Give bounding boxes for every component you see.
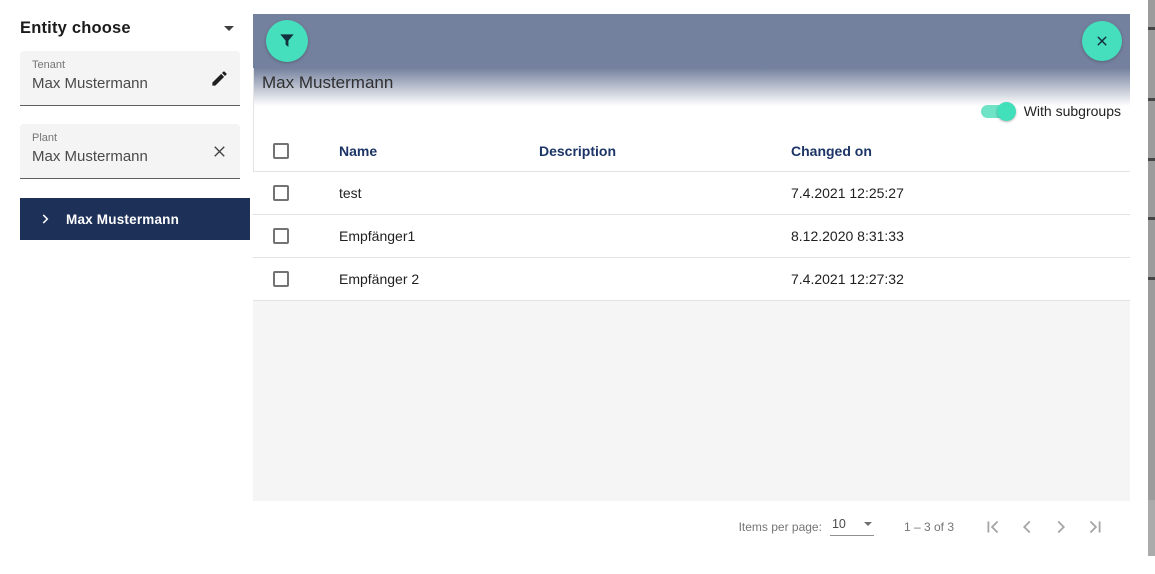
table-row[interactable]: Empfänger 2 7.4.2021 12:27:32: [253, 258, 1130, 301]
column-header-description: Description: [539, 143, 617, 159]
funnel-icon: [280, 34, 294, 47]
caret-down-icon: [863, 522, 872, 526]
tenant-field-label: Tenant: [32, 59, 66, 71]
paginator: Items per page: 10 1 – 3 of 3: [253, 501, 1130, 552]
column-header-changed-on: Changed on: [791, 143, 872, 159]
row-checkbox[interactable]: [273, 271, 289, 287]
paginator-range-label: 1 – 3 of 3: [903, 519, 954, 534]
table-body: test 7.4.2021 12:25:27 Empfänger1 8.12.2…: [253, 172, 1130, 301]
next-page-button[interactable]: [1044, 510, 1078, 544]
cell-changed-on: 7.4.2021 12:27:32: [791, 271, 904, 287]
sidebar-item-label: Max Mustermann: [66, 211, 180, 227]
entity-sidebar: Entity choose Tenant Max Mustermann Plan…: [0, 0, 253, 574]
first-page-button[interactable]: [976, 510, 1010, 544]
column-header-name: Name: [339, 143, 378, 159]
panel-appbar: [253, 14, 1130, 68]
previous-page-button[interactable]: [1010, 510, 1044, 544]
tenant-field[interactable]: Tenant Max Mustermann: [20, 51, 240, 106]
items-per-page-value: 10: [831, 517, 846, 531]
previous-page-icon: [1022, 520, 1031, 533]
tenant-field-value: Max Mustermann: [32, 75, 148, 92]
clear-plant-button[interactable]: [207, 139, 231, 163]
last-page-icon: [1089, 520, 1101, 533]
backdrop-strip: [1148, 0, 1155, 556]
cell-changed-on: 8.12.2020 8:31:33: [791, 228, 904, 244]
underlying-page-sliver: [1148, 0, 1155, 574]
last-page-button[interactable]: [1078, 510, 1112, 544]
row-checkbox[interactable]: [273, 185, 289, 201]
pencil-icon: [211, 70, 227, 86]
table-empty-area: [253, 301, 1130, 501]
group-panel: Max Mustermann With subgroups Name Descr…: [253, 0, 1130, 574]
items-per-page-select[interactable]: 10: [829, 517, 874, 536]
cell-changed-on: 7.4.2021 12:25:27: [791, 185, 904, 201]
caret-down-icon: [224, 25, 234, 31]
chevron-right-icon: [38, 212, 52, 226]
edit-tenant-button[interactable]: [207, 66, 231, 90]
close-button[interactable]: [1082, 21, 1122, 61]
row-checkbox[interactable]: [273, 228, 289, 244]
items-per-page-label: Items per page:: [738, 519, 822, 534]
with-subgroups-toggle[interactable]: [980, 101, 1016, 121]
x-icon: [213, 145, 225, 157]
cell-name: test: [339, 185, 362, 201]
sidebar-item-max-mustermann[interactable]: Max Mustermann: [20, 198, 250, 240]
subgroups-toggle-row: With subgroups: [980, 100, 1121, 122]
cell-name: Empfänger1: [339, 228, 416, 244]
table-header-row: Name Description Changed on: [253, 131, 1130, 172]
next-page-icon: [1057, 520, 1066, 533]
paginator-buttons: [976, 510, 1112, 544]
close-icon: [1097, 36, 1107, 46]
with-subgroups-label: With subgroups: [1023, 103, 1121, 119]
filter-button[interactable]: [266, 20, 308, 62]
table-row[interactable]: test 7.4.2021 12:25:27: [253, 172, 1130, 215]
plant-field-label: Plant: [32, 132, 58, 144]
entity-choose-header[interactable]: Entity choose: [20, 16, 240, 40]
toggle-thumb: [996, 101, 1016, 121]
plant-field-value: Max Mustermann: [32, 148, 148, 165]
entity-choose-title: Entity choose: [20, 18, 131, 37]
first-page-icon: [987, 520, 999, 533]
table-row[interactable]: Empfänger1 8.12.2020 8:31:33: [253, 215, 1130, 258]
panel-title: Max Mustermann: [262, 73, 394, 92]
screen: Entity choose Tenant Max Mustermann Plan…: [0, 0, 1155, 574]
cell-name: Empfänger 2: [339, 271, 420, 287]
plant-field[interactable]: Plant Max Mustermann: [20, 124, 240, 179]
select-all-checkbox[interactable]: [273, 143, 289, 159]
